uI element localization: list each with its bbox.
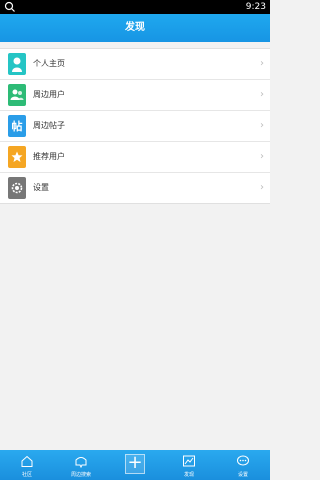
chevron-right-icon: › bbox=[260, 58, 264, 69]
settings-chat-icon bbox=[237, 455, 249, 466]
bottom-tab-bar: 社区 周边搜索 + 发现 设置 bbox=[0, 450, 270, 480]
tab-community[interactable]: 社区 bbox=[0, 450, 54, 480]
chevron-right-icon: › bbox=[260, 120, 264, 131]
star-icon bbox=[8, 146, 26, 168]
menu-item-nearby-posts[interactable]: 帖 周边帖子 › bbox=[0, 111, 270, 142]
home-icon bbox=[21, 455, 33, 467]
post-icon: 帖 bbox=[8, 115, 26, 137]
gear-icon bbox=[8, 177, 26, 199]
tab-label: 周边搜索 bbox=[70, 472, 91, 478]
page-title: 发现 bbox=[0, 14, 270, 42]
menu-item-label: 周边帖子 bbox=[33, 121, 65, 130]
chevron-right-icon: › bbox=[260, 151, 264, 162]
tab-discover[interactable]: 发现 bbox=[162, 450, 216, 480]
tab-label: 社区 bbox=[21, 472, 32, 478]
status-bar: 9:23 bbox=[0, 0, 270, 14]
chevron-right-icon: › bbox=[260, 182, 264, 193]
status-time: 9:23 bbox=[245, 2, 266, 12]
discover-icon bbox=[183, 455, 195, 467]
menu-item-settings[interactable]: 设置 › bbox=[0, 173, 270, 203]
chevron-right-icon: › bbox=[260, 89, 264, 100]
menu-item-label: 个人主页 bbox=[33, 59, 65, 68]
tab-nearby-search[interactable]: 周边搜索 bbox=[54, 450, 108, 480]
discover-menu-list: 个人主页 › 周边用户 › 帖 周边帖子 › 推荐用户 › 设置 › bbox=[0, 48, 270, 204]
tab-settings[interactable]: 设置 bbox=[216, 450, 270, 480]
tab-label: 发现 bbox=[183, 472, 194, 478]
menu-item-recommended-users[interactable]: 推荐用户 › bbox=[0, 142, 270, 173]
users-icon bbox=[8, 84, 26, 106]
nearby-icon bbox=[75, 457, 87, 468]
menu-item-label: 周边用户 bbox=[33, 90, 65, 99]
tab-label: 设置 bbox=[237, 472, 248, 478]
search-icon bbox=[4, 1, 15, 12]
person-icon bbox=[8, 53, 26, 75]
menu-item-label: 推荐用户 bbox=[33, 152, 65, 161]
menu-item-nearby-users[interactable]: 周边用户 › bbox=[0, 80, 270, 111]
menu-item-label: 设置 bbox=[33, 183, 49, 192]
tab-add[interactable]: + bbox=[108, 450, 162, 480]
plus-icon: + bbox=[125, 454, 145, 474]
menu-item-personal-home[interactable]: 个人主页 › bbox=[0, 49, 270, 80]
